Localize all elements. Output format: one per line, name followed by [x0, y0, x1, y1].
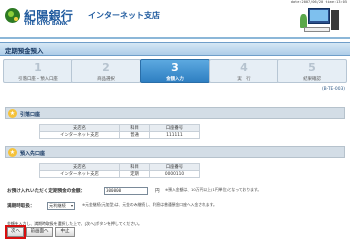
section-header: ★ 預入先口座: [5, 146, 345, 158]
table-cell: 111111: [149, 131, 200, 139]
table-header-row: 支店名 科目 口座番号: [39, 163, 200, 171]
step-3: 3 金額入力: [140, 59, 210, 83]
bank-logo-icon: [5, 8, 20, 23]
table-row: インターネット支店 普通 111111: [39, 131, 200, 139]
step-label: 商品選択: [97, 77, 115, 82]
section-title: 預入先口座: [20, 150, 46, 157]
cancel-button[interactable]: 中止: [55, 227, 75, 237]
table-row: インターネット支店 定期 0000110: [39, 170, 200, 178]
amount-label: お預け入れいただく定期預金の金額：: [7, 189, 86, 194]
page-title-bar: 定期預金預入: [0, 42, 350, 56]
table-cell: 普通: [119, 131, 150, 139]
step-indicator: 1 引落口座・預入口座 2 商品選択 3 金額入力 4 実 行 5 結果確認: [3, 59, 347, 83]
star-icon: ★: [8, 109, 17, 118]
step-number: 3: [171, 61, 179, 74]
back-button[interactable]: 前画面へ: [26, 227, 53, 237]
maturity-select[interactable]: 元利継続: [47, 202, 75, 210]
column-header: 支店名: [39, 124, 120, 132]
top-bar: date:2007/06/20 time:13:05: [0, 0, 350, 5]
section-title: 引落口座: [20, 111, 41, 118]
step-label: 結果確認: [303, 77, 321, 82]
step-number: 1: [34, 61, 42, 74]
maturity-row: 満期時取扱： 元利継続 ※元金継続(元加型)は、元金のみ継続し、利息は普通預金口…: [7, 202, 347, 213]
table-header-row: 支店名 科目 口座番号: [39, 124, 200, 132]
step-number: 2: [102, 61, 110, 74]
column-header: 科目: [119, 124, 150, 132]
step-1: 1 引落口座・預入口座: [3, 59, 73, 83]
column-header: 支店名: [39, 163, 120, 171]
column-header: 口座番号: [149, 163, 200, 171]
step-number: 4: [240, 61, 248, 74]
screen-id: (B-TE-003): [321, 87, 345, 92]
next-button[interactable]: 次へ: [5, 225, 26, 239]
table-cell: 0000110: [149, 170, 200, 178]
table-cell: インターネット支店: [39, 131, 120, 139]
branch-name: インターネット支店: [88, 11, 160, 20]
amount-unit: 円: [155, 189, 160, 194]
debit-account-section: ★ 引落口座 支店名 科目 口座番号 インターネット支店 普通 111111: [5, 107, 345, 139]
column-header: 口座番号: [149, 124, 200, 132]
page-title: 定期預金預入: [5, 47, 44, 55]
table-cell: 定期: [119, 170, 150, 178]
step-label: 引落口座・預入口座: [18, 77, 58, 82]
debit-account-table: 支店名 科目 口座番号 インターネット支店 普通 111111: [39, 124, 200, 139]
maturity-note: ※元金継続(元加型)は、元金のみ継続し、利息は普通預金口座へ入金されます。: [82, 202, 217, 207]
deposit-account-table: 支店名 科目 口座番号 インターネット支店 定期 0000110: [39, 163, 200, 178]
star-icon: ★: [8, 148, 17, 157]
table-cell: インターネット支店: [39, 170, 120, 178]
amount-note: ※預入金額は、10万円以上(1円単位)となっております。: [165, 187, 262, 192]
section-header: ★ 引落口座: [5, 107, 345, 119]
bank-roman-name: THE KIYO BANK: [24, 21, 68, 27]
amount-row: お預け入れいただく定期預金の金額： 300000 円 ※預入金額は、10万円以上…: [7, 187, 347, 198]
step-2: 2 商品選択: [71, 59, 141, 83]
step-number: 5: [308, 61, 316, 74]
header-divider: [0, 37, 350, 39]
step-label: 実 行: [237, 77, 251, 82]
datetime-display: date:2007/06/20 time:13:05: [290, 0, 347, 4]
column-header: 科目: [119, 163, 150, 171]
maturity-label: 満期時取扱：: [7, 204, 35, 209]
step-label: 金額入力: [166, 77, 184, 82]
computer-illustration-icon: [300, 6, 344, 36]
amount-input[interactable]: 300000: [104, 187, 148, 195]
step-4: 4 実 行: [209, 59, 279, 83]
deposit-account-section: ★ 預入先口座 支店名 科目 口座番号 インターネット支店 定期 0000110: [5, 146, 345, 178]
step-5: 5 結果確認: [277, 59, 347, 83]
